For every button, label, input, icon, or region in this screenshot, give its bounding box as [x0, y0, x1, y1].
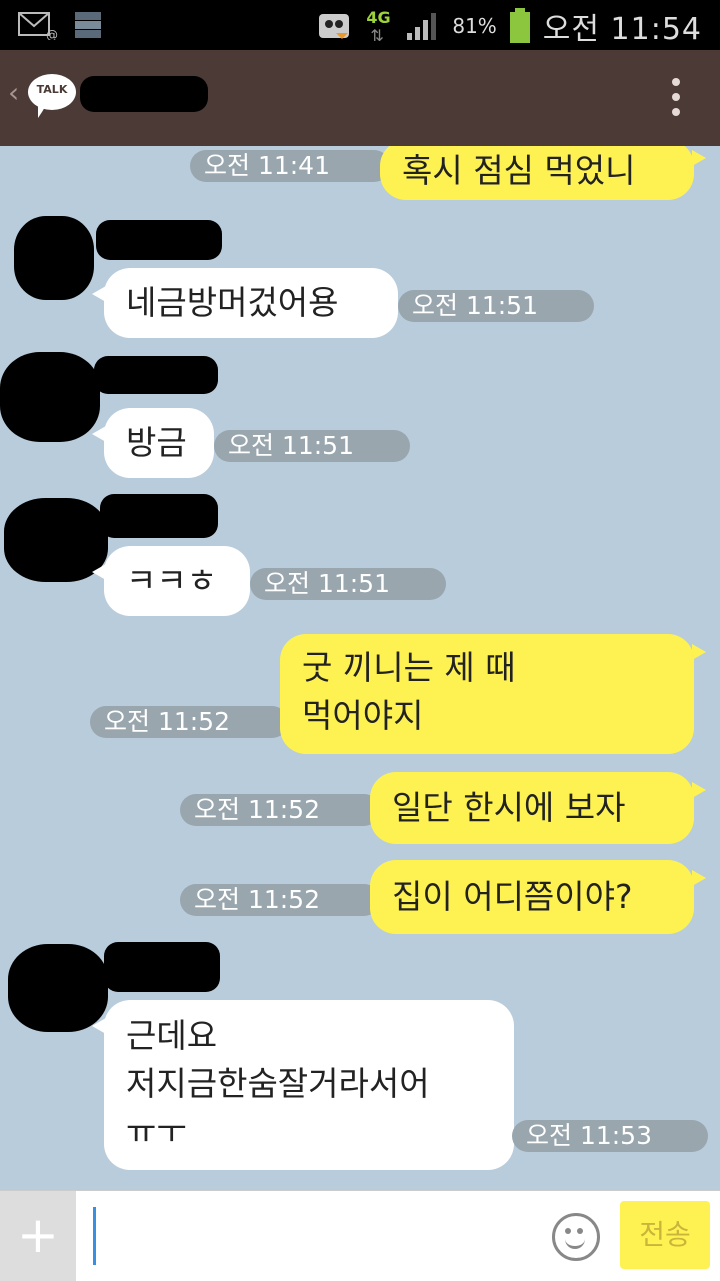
redacted-avatar — [0, 352, 100, 442]
sync-icon — [319, 14, 350, 39]
redacted-sender-name — [104, 942, 220, 992]
back-chevron-icon[interactable]: ‹ — [8, 76, 19, 109]
message-timestamp: 오전 11:52 — [180, 794, 380, 826]
gallery-notification-icon — [75, 12, 101, 38]
attach-plus-button[interactable]: + — [0, 1191, 76, 1281]
message-timestamp: 오전 11:51 — [398, 290, 594, 322]
redacted-avatar — [14, 216, 94, 300]
network-indicator: 4G ⇅ — [364, 6, 394, 46]
data-arrows-icon: ⇅ — [370, 26, 384, 45]
outgoing-message-bubble[interactable]: 일단 한시에 보자 — [370, 772, 706, 844]
redacted-sender-name — [96, 220, 222, 260]
incoming-message-bubble[interactable]: ㅋㅋㅎ — [92, 546, 250, 616]
kakaotalk-logo[interactable]: TALK — [28, 74, 76, 118]
send-button[interactable]: 전송 — [620, 1201, 710, 1269]
status-time: 오전 11:54 — [542, 12, 702, 47]
talk-logo-text: TALK — [36, 83, 68, 96]
outgoing-message-bubble[interactable]: 혹시 점심 먹었니 — [380, 146, 706, 200]
signal-strength-icon — [407, 13, 437, 40]
message-timestamp: 오전 11:51 — [250, 568, 446, 600]
battery-icon — [509, 8, 530, 43]
network-type-label: 4G — [366, 8, 391, 27]
redacted-sender-name — [100, 494, 218, 538]
message-timestamp: 오전 11:53 — [512, 1120, 708, 1152]
chat-area: 오전 11:41 혹시 점심 먹었니 네금방머겄어용 오전 11:51 방금 오… — [0, 146, 720, 1190]
message-timestamp: 오전 11:52 — [180, 884, 380, 916]
incoming-message-bubble[interactable]: 방금 — [92, 408, 214, 478]
overflow-menu-icon[interactable] — [672, 78, 680, 123]
redacted-chat-title — [80, 76, 208, 112]
text-cursor — [93, 1207, 96, 1265]
outgoing-message-bubble[interactable]: 굿 끼니는 제 때 먹어야지 — [280, 634, 706, 754]
svg-text:@: @ — [46, 28, 58, 40]
message-timestamp: 오전 11:51 — [214, 430, 410, 462]
email-notification-icon: @ — [18, 12, 58, 40]
message-timestamp: 오전 11:52 — [90, 706, 288, 738]
message-input-bar: + 전송 — [0, 1190, 720, 1281]
status-bar: @ 4G ⇅ 81% 오전 11:54 — [0, 0, 720, 50]
emoticon-icon[interactable] — [552, 1213, 600, 1261]
battery-percentage: 81% — [452, 14, 497, 38]
incoming-message-bubble[interactable]: 네금방머겄어용 — [92, 268, 398, 338]
redacted-sender-name — [94, 356, 218, 394]
message-timestamp: 오전 11:41 — [190, 150, 390, 182]
outgoing-message-bubble[interactable]: 집이 어디쯤이야? — [370, 860, 706, 934]
incoming-message-bubble[interactable]: 근데요 저지금한숨잘거라서어 ㅠㅜ — [92, 1000, 514, 1170]
message-input-field[interactable] — [76, 1191, 546, 1281]
chat-header: ‹ TALK — [0, 50, 720, 146]
